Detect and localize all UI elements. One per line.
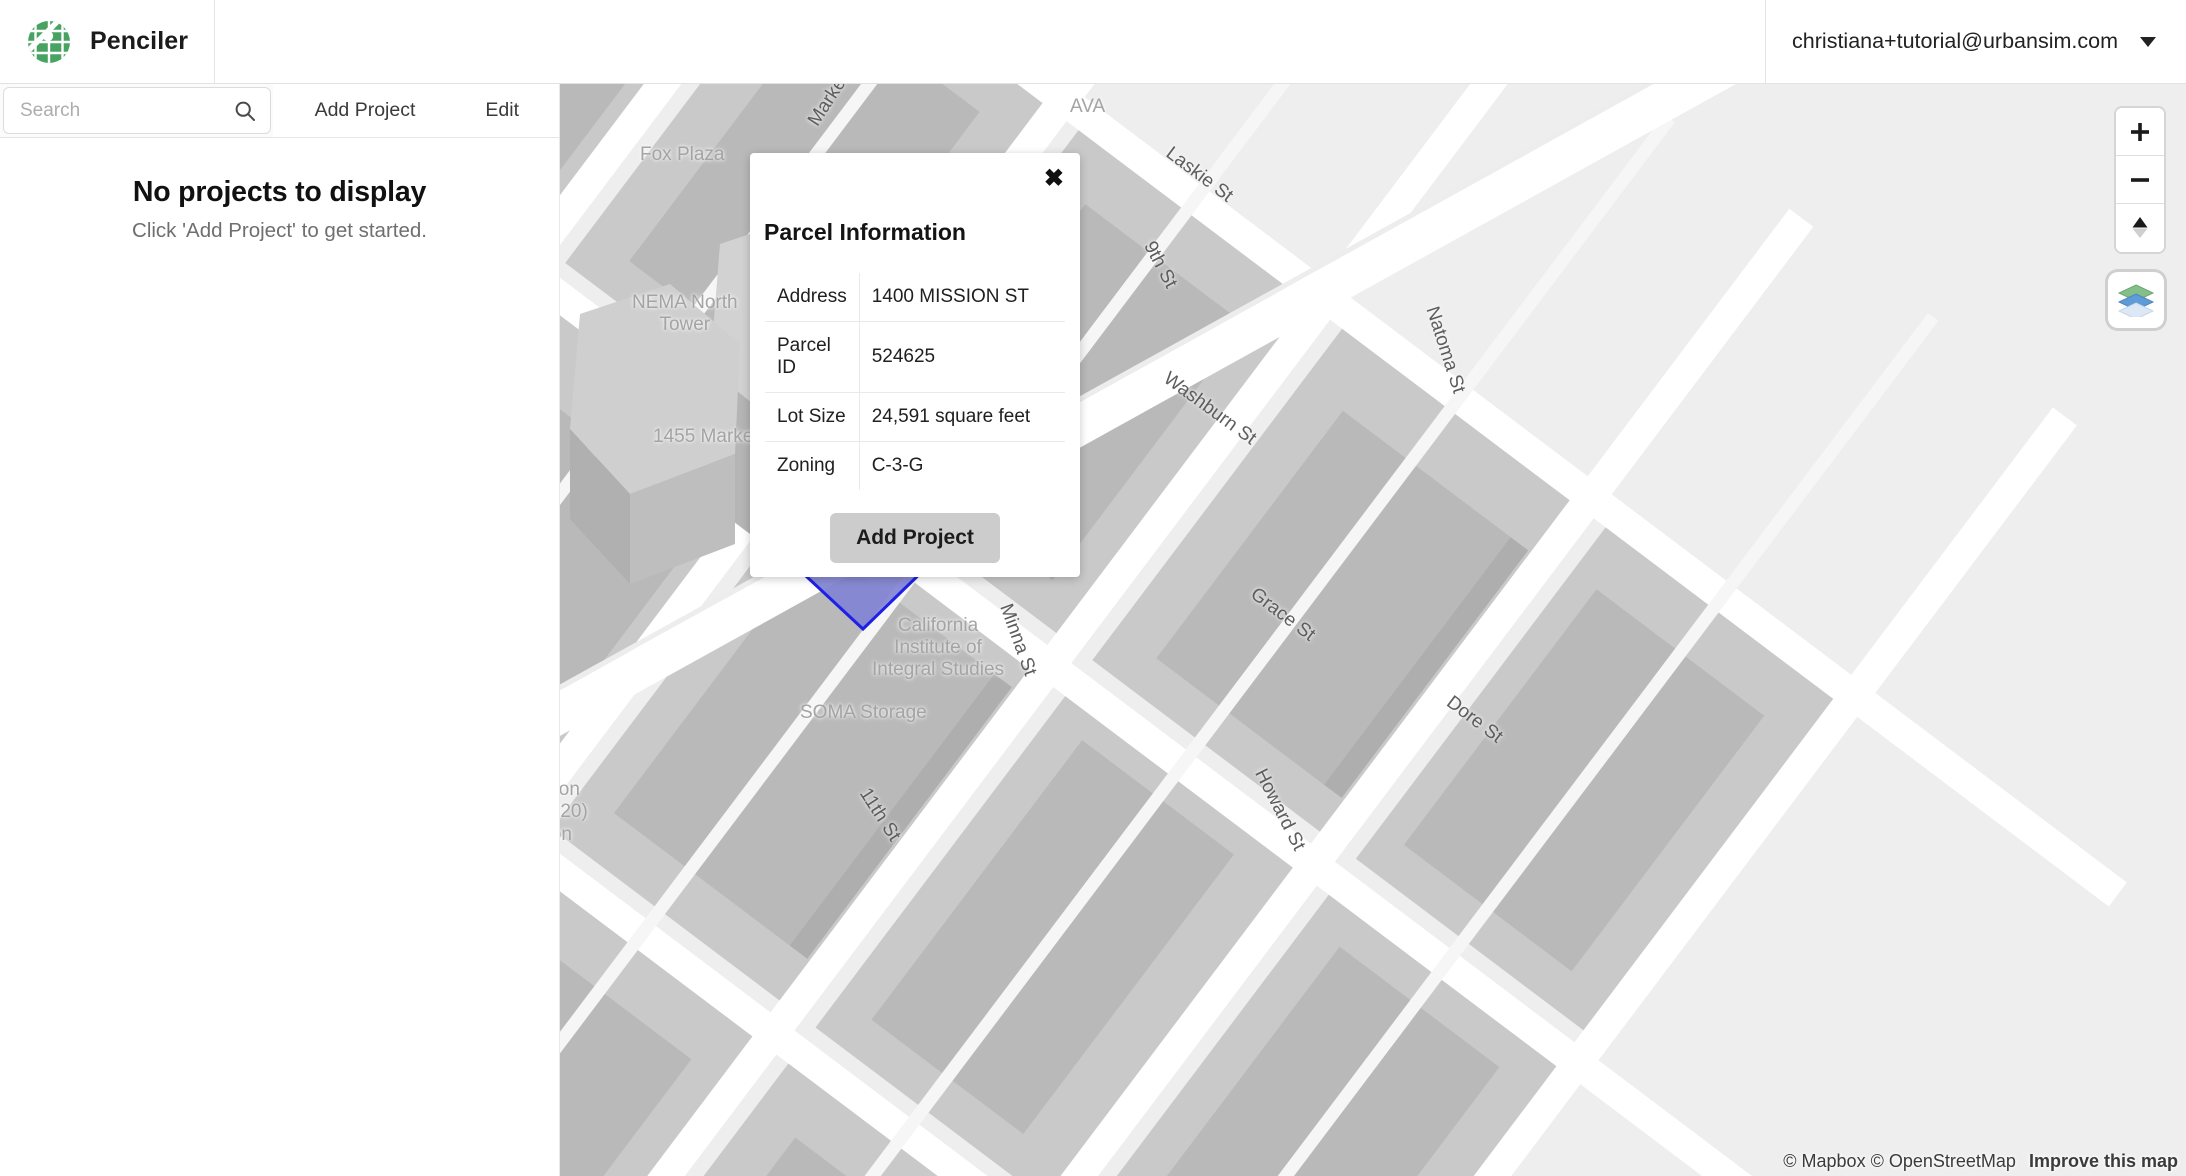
app-title: Penciler xyxy=(90,27,189,55)
map-attribution: © Mapbox © OpenStreetMap Improve this ma… xyxy=(1783,1151,2178,1172)
map-layers-button[interactable] xyxy=(2108,272,2164,328)
user-account-menu[interactable]: christiana+tutorial@urbansim.com xyxy=(1765,0,2186,83)
table-row: Parcel ID 524625 xyxy=(765,321,1065,393)
parcel-info-table: Address 1400 MISSION ST Parcel ID 524625 Lot… xyxy=(764,272,1066,491)
table-row: Address 1400 MISSION ST xyxy=(765,273,1065,322)
attribution-mapbox[interactable]: © Mapbox xyxy=(1783,1151,1865,1171)
search-icon[interactable] xyxy=(234,100,256,122)
search-box[interactable] xyxy=(3,87,271,134)
parcel-field-value: 24,591 square feet xyxy=(859,392,1065,442)
parcel-field-value: C-3-G xyxy=(871,455,924,476)
user-email-label: christiana+tutorial@urbansim.com xyxy=(1792,29,2118,53)
plus-icon xyxy=(2131,122,2149,141)
parcel-field-value: 524625 xyxy=(859,321,1065,393)
parcel-field-key: Lot Size xyxy=(765,392,860,442)
map-view[interactable]: Fox PlazaAVAMarketLaskie StFell StPost B… xyxy=(560,84,2186,1176)
empty-state-subtitle: Click 'Add Project' to get started. xyxy=(132,219,427,242)
compass-north-icon xyxy=(2132,217,2148,238)
edit-button[interactable]: Edit xyxy=(455,84,559,137)
popup-actions: Add Project xyxy=(750,513,1080,563)
table-row: Zoning C-3-G xyxy=(765,441,1065,490)
parcel-field-key: Address xyxy=(765,273,860,322)
popup-add-project-button[interactable]: Add Project xyxy=(830,513,1000,563)
attribution-improve-link[interactable]: Improve this map xyxy=(2029,1151,2178,1171)
application-root: Penciler christiana+tutorial@urbansim.co… xyxy=(0,0,2186,1176)
empty-state-title: No projects to display xyxy=(132,176,427,208)
layers-stack-icon xyxy=(2117,284,2155,317)
compass-reset-north-button[interactable] xyxy=(2116,204,2164,252)
table-row: Lot Size 24,591 square feet xyxy=(765,392,1065,442)
popup-title: Parcel Information xyxy=(764,219,966,245)
sidebar-toolbar: Add Project Edit xyxy=(0,84,559,138)
parcel-field-value: 1400 MISSION ST xyxy=(859,273,1065,322)
globe-grid-icon xyxy=(26,19,72,65)
header-spacer xyxy=(215,0,1765,83)
brand-block[interactable]: Penciler xyxy=(0,0,216,83)
empty-state: No projects to display Click 'Add Projec… xyxy=(0,138,559,243)
parcel-field-key: Zoning xyxy=(765,441,860,490)
zoom-out-button[interactable] xyxy=(2116,156,2164,204)
close-icon[interactable]: ✖ xyxy=(1044,167,1064,191)
projects-sidebar: Add Project Edit No projects to display … xyxy=(0,84,560,1176)
parcel-field-key: Parcel ID xyxy=(765,321,860,393)
attribution-osm[interactable]: © OpenStreetMap xyxy=(1871,1151,2016,1171)
chevron-down-icon xyxy=(2140,36,2156,47)
search-input[interactable] xyxy=(4,99,270,122)
zoom-in-button[interactable] xyxy=(2116,108,2164,156)
map-zoom-controls xyxy=(2116,108,2164,252)
minus-icon xyxy=(2131,177,2149,182)
add-project-button[interactable]: Add Project xyxy=(272,84,456,137)
app-header: Penciler christiana+tutorial@urbansim.co… xyxy=(0,0,2186,84)
parcel-information-popup: ✖ Parcel Information Address 1400 MISSION… xyxy=(750,153,1080,577)
